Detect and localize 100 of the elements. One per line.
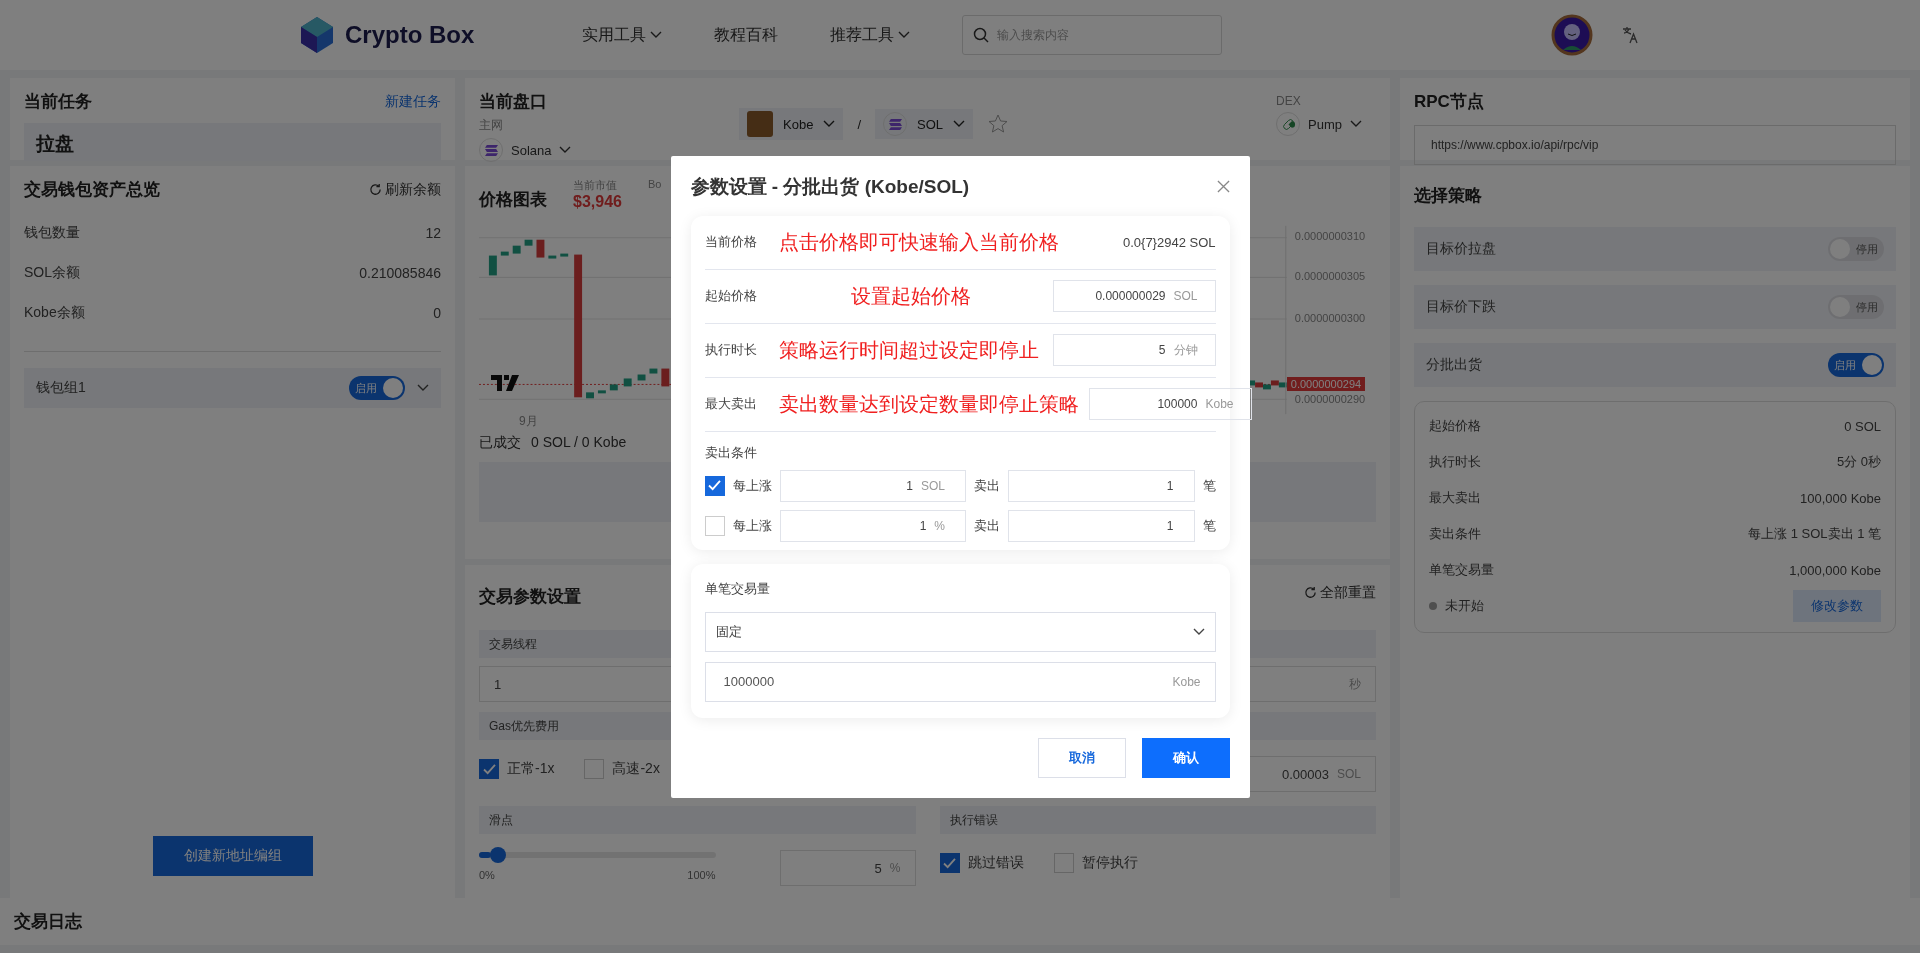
strategy-name: 分批出货 [1426,356,1482,374]
modal-title: 参数设置 - 分批出货 (Kobe/SOL) [690,174,970,199]
close-button[interactable] [1216,180,1230,193]
input-field[interactable]: 100000 Kobe [1088,388,1252,420]
refresh-button[interactable]: 刷新余额 [369,180,441,199]
check-icon [482,763,496,775]
pair-separator: / [857,116,861,132]
section-label: 滑点 [479,806,916,834]
input-field[interactable]: 1 [1008,469,1195,502]
toggle-switch[interactable]: 停用 [1828,295,1884,319]
chevron-down-icon [417,384,429,392]
option-label: 跳过错误 [967,854,1024,872]
nav-link[interactable]: 推荐工具 [830,24,911,46]
summary-label: 起始价格 [1429,417,1481,435]
reset-button[interactable]: 全部重置 [1304,583,1376,602]
chart-logo-icon [491,375,519,391]
traded-value: 0 SOL / 0 Kobe [531,434,627,452]
star-icon[interactable] [987,113,1009,135]
create-group-button[interactable]: 创建新地址编组 [152,836,313,876]
summary-label: 卖出条件 [1429,525,1481,543]
panel-title: 选择策略 [1414,185,1483,207]
toggle-switch[interactable]: 启用 [349,376,405,400]
chevron-down-icon [953,120,965,128]
summary-label: 最大卖出 [1429,489,1481,507]
input-field[interactable]: 0.000000029 SOL [1052,280,1216,312]
slippage-field[interactable]: 5 % [779,850,916,886]
field-label: 执行时长 [704,341,758,359]
field-label: 卖出条件 [704,443,758,462]
stat-label: 钱包数量 [24,224,80,242]
option-label: 暂停执行 [1081,854,1138,872]
toggle-switch[interactable]: 停用 [1828,237,1884,261]
stat-label: Kobe余额 [24,304,85,322]
cancel-button[interactable]: 取消 [1037,737,1126,778]
input-field[interactable]: 1 % [779,509,966,542]
chevron-down-icon [898,31,911,39]
nav-link[interactable]: 教程百科 [714,24,779,46]
condition-label: 每上涨 [732,476,772,495]
field-label: 最大卖出 [704,395,758,413]
status-text: 未开始 [1445,597,1484,615]
slider-thumb[interactable] [490,847,506,863]
network-select[interactable]: Solana [479,138,739,162]
field-label: DEX [1276,94,1302,108]
edit-params-button[interactable]: 修改参数 [1793,590,1881,622]
panel-title: 当前盘口 [479,91,548,113]
dex-select[interactable]: Pump [1276,112,1376,136]
strategy-row[interactable]: 目标价下跌 停用 [1414,285,1896,329]
strategy-row[interactable]: 目标价拉盘 停用 [1414,227,1896,271]
summary-value: 5分 0秒 [1836,453,1881,471]
condition-label: 卖出 [974,476,1000,495]
mode-select[interactable]: 固定 [704,611,1216,652]
logo-text: Crypto Box [345,21,475,49]
checkbox[interactable] [479,759,499,779]
option-label: 高速-2x [612,760,660,778]
axis-label: 0.0000000290 [1294,393,1366,405]
candle [524,239,533,246]
condition-label: 卖出 [974,516,1000,535]
input-field[interactable]: 1000000 Kobe [704,661,1216,702]
stat-value: 12 [425,225,441,241]
chevron-down-icon [823,120,836,128]
avatar-icon[interactable] [1551,14,1594,56]
toggle-switch[interactable]: 启用 [1828,353,1884,377]
panel-title: RPC节点 [1414,91,1485,113]
annotation-text: 卖出数量达到设定数量即停止策略 [778,391,1079,417]
strategy-name: 目标价拉盘 [1426,240,1496,258]
input-field[interactable]: 5 分钟 [1052,334,1216,366]
candle [597,390,606,394]
input-field[interactable]: 1 SOL [779,469,966,502]
checkbox[interactable] [939,853,960,873]
current-price-value[interactable]: 0.0{7}2942 SOL [1122,234,1216,250]
field-label: 当前价格 [704,233,758,251]
confirm-button[interactable]: 确认 [1141,737,1230,778]
panel-title: 交易钱包资产总览 [24,179,160,201]
strategy-row[interactable]: 分批出货 启用 [1414,343,1896,387]
condition-label: 每上涨 [732,516,772,535]
slider-track[interactable] [479,847,716,863]
chevron-down-icon [559,146,572,154]
candle [500,251,509,256]
nav-link[interactable]: 实用工具 [582,24,663,46]
translate-icon[interactable] [1621,26,1640,44]
axis-label: 0.0000000310 [1294,230,1366,242]
annotation-text: 设置起始价格 [849,283,972,309]
refresh-icon [1304,586,1317,599]
legend-label: Bo [647,178,662,190]
candle [609,384,618,391]
token-select[interactable]: Kobe [739,108,844,140]
candle [637,374,646,381]
token-select[interactable]: SOL [875,109,973,139]
field-label: 单笔交易量 [704,579,771,598]
slider-min-label: 0% [479,869,495,881]
wallet-group-row[interactable]: 钱包组1 启用 [24,368,441,408]
slider-max-label: 100% [687,869,716,881]
candle [623,378,632,387]
rpc-url-field[interactable]: https://www.cpbox.io/api/rpc/vip [1414,125,1896,165]
axis-label: 0.0000000305 [1294,270,1366,282]
candle [548,255,557,259]
new-task-link[interactable]: 新建任务 [385,92,441,111]
summary-label: 单笔交易量 [1429,561,1494,579]
checkbox[interactable] [704,475,725,496]
chevron-down-icon [1349,120,1362,128]
input-field[interactable]: 1 [1008,509,1195,542]
